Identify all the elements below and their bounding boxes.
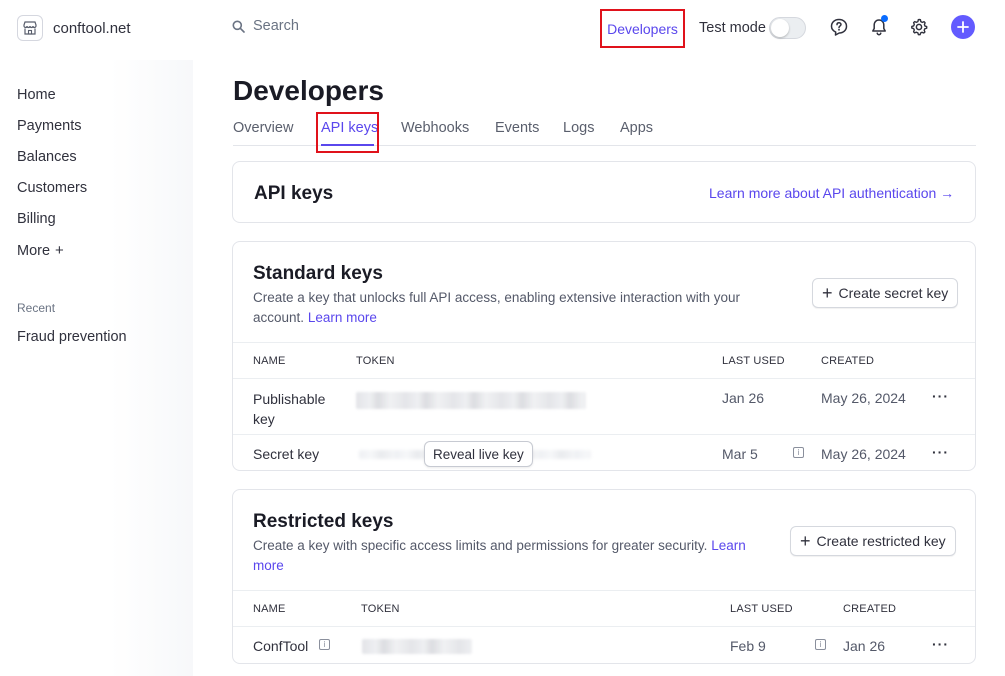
column-header-last-used: LAST USED (722, 355, 785, 367)
plus-icon: + (822, 283, 833, 303)
column-header-name: NAME (253, 355, 286, 367)
test-mode-toggle[interactable] (769, 17, 806, 39)
create-restricted-key-button[interactable]: + Create restricted key (790, 526, 956, 556)
api-auth-link-label: Learn more about API authentication (709, 185, 937, 201)
sidebar-fade (110, 60, 193, 676)
conftool-key-name[interactable]: ConfTool (253, 638, 308, 654)
publishable-key-last-used: Jan 26 (722, 390, 765, 406)
developers-button[interactable]: Developers (600, 9, 685, 48)
conftool-key-token[interactable] (362, 639, 472, 654)
sidebar: conftool.net Home Payments Balances Cust… (0, 0, 193, 676)
table-row-divider (233, 434, 975, 435)
conftool-key-last-used: Feb 9 (730, 638, 766, 654)
sidebar-item-balances[interactable]: Balances (17, 149, 77, 165)
search-icon (232, 20, 245, 33)
tab-logs[interactable]: Logs (563, 120, 594, 136)
conftool-key-menu-icon[interactable]: ··· (932, 636, 949, 652)
sidebar-item-more-label: More (17, 243, 51, 259)
restricted-keys-desc-text: Create a key with specific access limits… (253, 538, 708, 553)
create-restricted-key-label: Create restricted key (816, 533, 946, 549)
info-icon[interactable]: i (319, 639, 330, 650)
create-secret-key-label: Create secret key (838, 285, 949, 301)
search-placeholder: Search (253, 18, 299, 34)
standard-keys-learn-more-link[interactable]: Learn more (308, 310, 377, 325)
api-keys-card: API keys Learn more about API authentica… (232, 161, 976, 223)
toggle-knob (771, 19, 789, 37)
create-secret-key-button[interactable]: + Create secret key (812, 278, 959, 308)
column-header-name: NAME (253, 603, 286, 615)
publishable-key-menu-icon[interactable]: ··· (932, 388, 949, 404)
restricted-keys-card: Restricted keys Create a key with specif… (232, 489, 976, 664)
secret-key-menu-icon[interactable]: ··· (932, 444, 949, 460)
help-icon[interactable] (829, 17, 849, 37)
tab-overview[interactable]: Overview (233, 120, 293, 136)
restricted-keys-learn-more-link-cont[interactable]: more (253, 558, 284, 573)
tab-webhooks[interactable]: Webhooks (401, 120, 469, 136)
sidebar-item-fraud-prevention[interactable]: Fraud prevention (17, 329, 127, 345)
column-header-created: CREATED (843, 603, 897, 615)
publishable-key-name-line1: Publishable (253, 391, 326, 407)
table-row-divider (233, 378, 975, 379)
secret-key-last-used: Mar 5 (722, 446, 758, 462)
publishable-key-name-line2: key (253, 411, 275, 427)
tab-apps[interactable]: Apps (620, 120, 653, 136)
standard-keys-title: Standard keys (253, 263, 383, 284)
tab-events[interactable]: Events (495, 120, 539, 136)
table-header-divider (233, 342, 975, 343)
tab-highlight-box (316, 112, 379, 153)
sidebar-item-payments[interactable]: Payments (17, 118, 81, 134)
create-new-button[interactable] (951, 15, 975, 39)
sidebar-item-billing[interactable]: Billing (17, 211, 56, 227)
api-keys-title: API keys (254, 183, 334, 204)
publishable-key-name: Publishable key (253, 389, 325, 429)
sidebar-item-home[interactable]: Home (17, 87, 56, 103)
table-header-divider (233, 590, 975, 591)
store-icon[interactable] (17, 15, 43, 41)
standard-keys-description: Create a key that unlocks full API acces… (253, 288, 773, 328)
restricted-keys-description: Create a key with specific access limits… (253, 536, 763, 576)
arrow-right-icon: → (940, 185, 955, 201)
notification-dot (881, 15, 888, 22)
plus-icon (957, 21, 969, 33)
column-header-last-used: LAST USED (730, 603, 793, 615)
brand-name[interactable]: conftool.net (53, 20, 131, 37)
info-icon[interactable]: i (815, 639, 826, 650)
publishable-key-token[interactable] (356, 392, 586, 409)
reveal-live-key-button[interactable]: Reveal live key (424, 441, 533, 467)
recent-section-label: Recent (17, 301, 56, 315)
column-header-token: TOKEN (361, 603, 400, 615)
test-mode-label: Test mode (699, 20, 766, 36)
gear-icon[interactable] (909, 17, 929, 37)
info-icon[interactable]: i (793, 447, 804, 458)
restricted-keys-learn-more-link[interactable]: Learn (711, 538, 746, 553)
plus-icon: + (800, 531, 811, 551)
column-header-created: CREATED (821, 355, 875, 367)
sidebar-item-customers[interactable]: Customers (17, 180, 87, 196)
api-auth-learn-more-link[interactable]: Learn more about API authentication → (709, 185, 954, 201)
publishable-key-created: May 26, 2024 (821, 390, 906, 406)
sidebar-item-more[interactable]: More + (17, 242, 64, 259)
standard-keys-card: Standard keys Create a key that unlocks … (232, 241, 976, 471)
search-input[interactable]: Search (232, 18, 299, 34)
column-header-token: TOKEN (356, 355, 395, 367)
plus-icon: + (55, 242, 64, 259)
restricted-keys-title: Restricted keys (253, 511, 394, 532)
conftool-key-created: Jan 26 (843, 638, 886, 654)
page-title: Developers (233, 75, 384, 106)
table-row-divider (233, 626, 975, 627)
secret-key-created: May 26, 2024 (821, 446, 906, 462)
